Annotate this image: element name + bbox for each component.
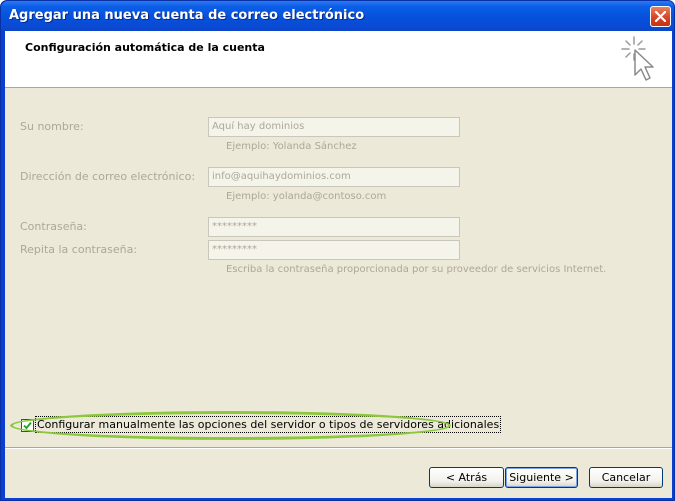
close-button[interactable] bbox=[650, 6, 671, 27]
email-label: Dirección de correo electrónico: bbox=[20, 170, 196, 183]
checkmark-icon bbox=[23, 421, 32, 430]
manual-config-label[interactable]: Configurar manualmente las opciones del … bbox=[34, 416, 502, 433]
password-confirm-label: Repita la contraseña: bbox=[20, 243, 138, 256]
email-field[interactable]: info@aquihaydominios.com bbox=[208, 167, 460, 187]
add-email-account-window: Agregar una nueva cuenta de correo elect… bbox=[0, 0, 675, 501]
next-button[interactable]: Siguiente > bbox=[505, 467, 578, 488]
name-field[interactable]: Aquí hay dominios bbox=[208, 117, 460, 137]
email-hint: Ejemplo: yolanda@contoso.com bbox=[226, 191, 387, 202]
wizard-cursor-icon bbox=[621, 36, 654, 81]
close-icon bbox=[655, 11, 666, 22]
name-hint: Ejemplo: Yolanda Sánchez bbox=[226, 141, 357, 152]
footer-divider bbox=[5, 447, 672, 449]
cancel-button[interactable]: Cancelar bbox=[589, 467, 663, 488]
password-confirm-field[interactable]: ********* bbox=[208, 240, 460, 260]
title-bar[interactable]: Agregar una nueva cuenta de correo elect… bbox=[1, 1, 674, 31]
back-button[interactable]: < Atrás bbox=[429, 467, 504, 488]
page-title: Configuración automática de la cuenta bbox=[25, 41, 265, 54]
window-title: Agregar una nueva cuenta de correo elect… bbox=[9, 8, 365, 23]
password-label: Contraseña: bbox=[20, 220, 87, 233]
dialog-body: Configuración automática de la cuenta Su… bbox=[5, 31, 672, 498]
password-hint: Escriba la contraseña proporcionada por … bbox=[226, 264, 607, 275]
name-label: Su nombre: bbox=[20, 120, 84, 133]
manual-config-checkbox[interactable] bbox=[21, 419, 34, 432]
password-field[interactable]: ********* bbox=[208, 217, 460, 237]
wizard-header: Configuración automática de la cuenta bbox=[5, 31, 672, 88]
